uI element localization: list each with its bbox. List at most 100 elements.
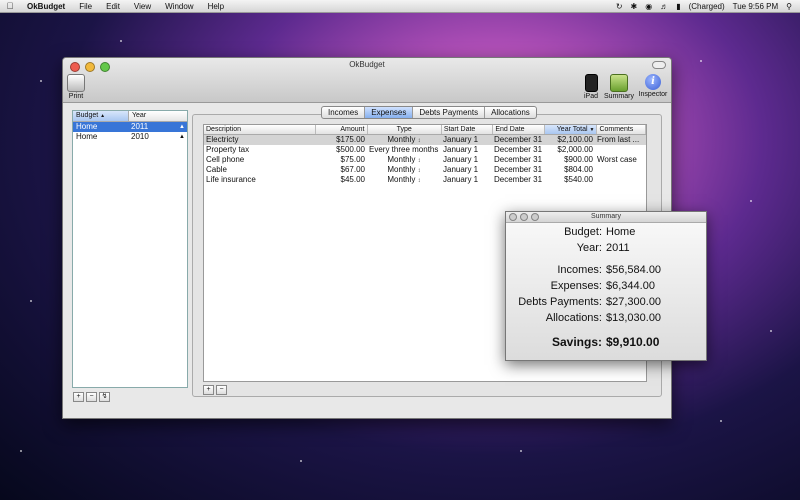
expenses-table-buttons: + − — [203, 385, 227, 395]
table-row[interactable]: Cable $67.00 Monthly ↕ January 1 Decembe… — [204, 165, 646, 175]
menu-edit[interactable]: Edit — [99, 2, 127, 11]
toolbar-toggle-icon[interactable] — [652, 61, 666, 69]
table-row[interactable]: Cell phone $75.00 Monthly ↕ January 1 De… — [204, 155, 646, 165]
column-amount[interactable]: Amount — [316, 125, 368, 134]
window-titlebar: OkBudget Print iPad Summary i Inspector — [63, 58, 671, 103]
cell-type[interactable]: Monthly ↕ — [367, 155, 441, 165]
list-item[interactable]: Home 2010 ▲ — [73, 132, 187, 142]
menu-file[interactable]: File — [72, 2, 99, 11]
column-start-date[interactable]: Start Date — [442, 125, 494, 134]
volume-icon[interactable]: ♬ — [660, 2, 668, 11]
cell-amount: $500.00 — [336, 145, 365, 154]
battery-icon[interactable]: ▮ — [676, 2, 680, 11]
wifi-icon[interactable]: ◉ — [645, 2, 652, 11]
list-item[interactable]: Home 2011 ▲ — [73, 122, 187, 132]
cell-description: Cell phone — [206, 155, 245, 164]
year-stepper-icon[interactable]: ▲ — [179, 122, 187, 132]
year-stepper-icon[interactable]: ▲ — [179, 132, 187, 142]
table-row[interactable]: Life insurance $45.00 Monthly ↕ January … — [204, 175, 646, 185]
print-label: Print — [68, 93, 84, 100]
tab-bar: Incomes Expenses Debts Payments Allocati… — [321, 106, 537, 119]
cell-description: Life insurance — [206, 175, 256, 184]
cell-amount: $175.00 — [336, 135, 365, 144]
cell-type[interactable]: Monthly ↕ — [367, 135, 441, 145]
summary-expenses-label: Expenses: — [550, 280, 602, 292]
tab-debts-payments[interactable]: Debts Payments — [413, 107, 486, 118]
tab-expenses[interactable]: Expenses — [365, 107, 414, 118]
menu-window[interactable]: Window — [158, 2, 200, 11]
column-comments[interactable]: Comments — [597, 125, 647, 134]
cell-amount: $45.00 — [340, 175, 365, 184]
print-button[interactable]: Print — [67, 74, 85, 100]
action-budget-button[interactable]: ↯ — [99, 392, 110, 402]
cell-start-date: January 1 — [443, 155, 479, 164]
summary-title: Summary — [591, 213, 621, 220]
battery-status[interactable]: (Charged) — [689, 2, 725, 11]
cell-comments: From last ... — [597, 135, 640, 144]
summary-icon — [610, 74, 628, 92]
cell-description: Property tax — [206, 145, 250, 154]
summary-allocations-label: Allocations: — [545, 312, 602, 324]
popup-arrows-icon: ↕ — [417, 158, 421, 164]
cell-description: Cable — [206, 165, 227, 174]
expenses-table-header: Description Amount Type Start Date End D… — [204, 125, 647, 135]
summary-expenses-value: $6,344.00 — [606, 280, 655, 292]
cell-comments: Worst case — [597, 155, 637, 164]
info-icon: i — [645, 74, 661, 90]
tab-incomes[interactable]: Incomes — [322, 107, 366, 118]
bluetooth-icon[interactable]: ✱ — [631, 2, 638, 11]
popup-arrows-icon: ↕ — [417, 138, 421, 144]
cell-start-date: January 1 — [443, 145, 479, 154]
remove-budget-button[interactable]: − — [86, 392, 97, 402]
inspector-button[interactable]: i Inspector — [637, 74, 669, 98]
column-budget[interactable]: Budget ▲ — [73, 111, 129, 121]
printer-icon — [67, 74, 85, 92]
cell-start-date: January 1 — [443, 175, 479, 184]
column-year[interactable]: Year — [129, 111, 146, 121]
cell-start-date: January 1 — [443, 135, 479, 144]
cell-year-total: $804.00 — [564, 165, 593, 174]
ipad-button[interactable]: iPad — [583, 74, 599, 100]
menu-help[interactable]: Help — [201, 2, 231, 11]
column-year-total[interactable]: Year Total ▼ — [544, 125, 598, 134]
apple-menu-icon[interactable]:  — [0, 1, 20, 11]
budget-list[interactable]: Budget ▲ Year Home 2011 ▲ Home 2010 ▲ — [72, 110, 188, 388]
popup-arrows-icon: ↕ — [417, 178, 421, 184]
cell-type[interactable]: Monthly ↕ — [367, 175, 441, 185]
popup-arrows-icon: ↕ — [417, 168, 421, 174]
summary-debts-row: Debts Payments: $27,300.00 — [506, 296, 706, 308]
table-row[interactable]: Electricty $175.00 Monthly ↕ January 1 D… — [204, 135, 646, 145]
menu-app-name[interactable]: OkBudget — [20, 2, 72, 11]
tab-allocations[interactable]: Allocations — [485, 107, 536, 118]
window-title: OkBudget — [349, 60, 385, 69]
column-type[interactable]: Type — [368, 125, 442, 134]
cell-type[interactable]: Every three months ↕ — [367, 145, 441, 155]
remove-expense-button[interactable]: − — [216, 385, 227, 395]
cell-description: Electricty — [206, 135, 239, 144]
add-expense-button[interactable]: + — [203, 385, 214, 395]
summary-savings-label: Savings: — [551, 335, 602, 349]
summary-year-label: Year: — [576, 242, 602, 254]
table-row[interactable]: Property tax $500.00 Every three months … — [204, 145, 646, 155]
add-budget-button[interactable]: + — [73, 392, 84, 402]
column-end-date[interactable]: End Date — [493, 125, 545, 134]
cell-comments — [595, 175, 643, 185]
summary-savings-row: Savings: $9,910.00 — [506, 335, 706, 349]
budget-year: 2011 — [131, 122, 149, 131]
spotlight-icon[interactable]: ⚲ — [786, 2, 792, 11]
cell-year-total: $900.00 — [564, 155, 593, 164]
cell-year-total: $2,000.00 — [557, 145, 593, 154]
summary-button[interactable]: Summary — [604, 74, 634, 100]
cell-start-date: January 1 — [443, 165, 479, 174]
column-description[interactable]: Description — [204, 125, 316, 134]
cell-type[interactable]: Monthly ↕ — [367, 165, 441, 175]
sync-icon[interactable]: ↻ — [616, 2, 623, 11]
summary-allocations-value: $13,030.00 — [606, 312, 662, 324]
clock[interactable]: Tue 9:56 PM — [733, 2, 779, 11]
menu-view[interactable]: View — [127, 2, 158, 11]
cell-amount: $67.00 — [340, 165, 365, 174]
menu-bar:  OkBudget File Edit View Window Help ↻ … — [0, 0, 800, 13]
budget-list-header: Budget ▲ Year — [73, 111, 187, 122]
summary-year-row: Year: 2011 — [506, 242, 706, 254]
summary-debts-value: $27,300.00 — [606, 296, 662, 308]
